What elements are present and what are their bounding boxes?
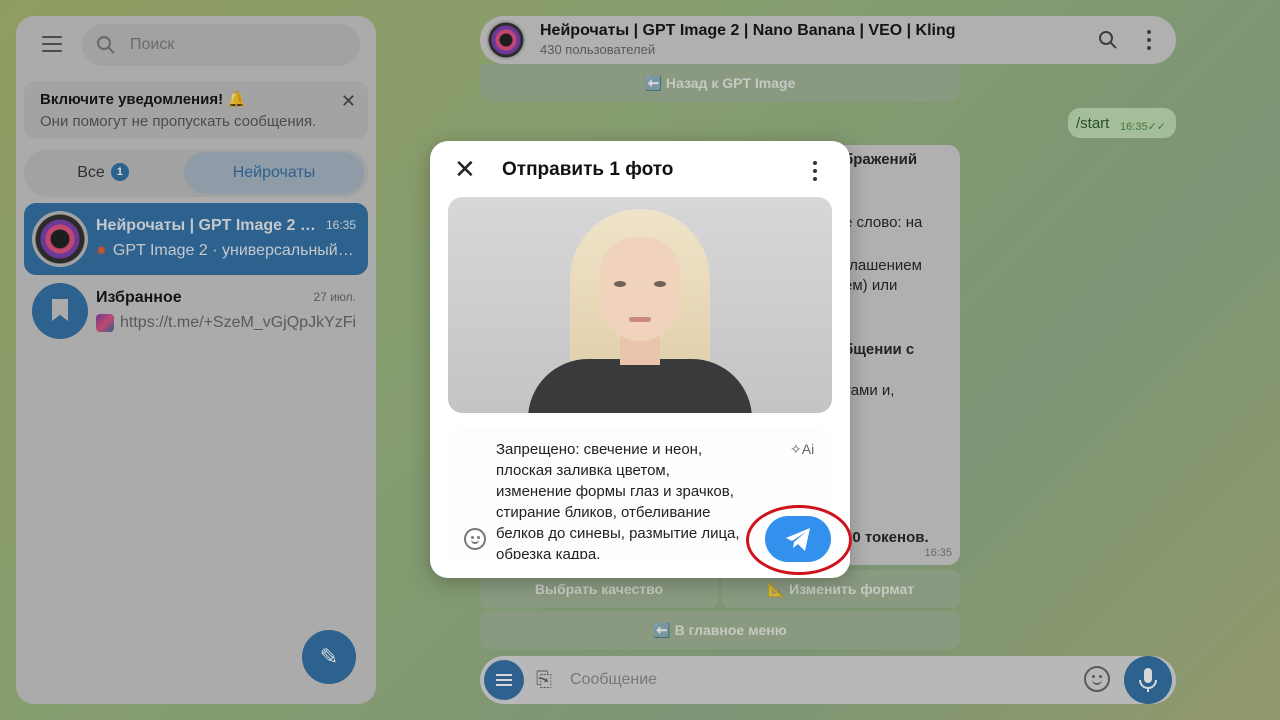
chat-list-sidebar: Поиск Включите уведомления! 🔔 Они помогу…	[16, 16, 376, 704]
chat-preview: https://t.me/+SzeM_vGjQpJkYzFi	[96, 314, 358, 332]
message-composer: ⎘ Сообщение	[480, 656, 1176, 704]
emoji-icon[interactable]	[1084, 666, 1110, 692]
message-time: 16:35	[924, 547, 952, 559]
sidebar-header: Поиск	[16, 16, 376, 72]
tab-neurochats[interactable]: Нейрочаты	[184, 152, 364, 194]
avatar	[486, 20, 526, 60]
close-icon[interactable]: ✕	[341, 91, 356, 112]
pencil-icon: ✎	[319, 644, 339, 669]
chat-time: 16:35	[325, 218, 356, 232]
bookmark-icon	[52, 299, 68, 321]
tab-all-label: Все	[77, 164, 105, 181]
close-icon[interactable]: ✕	[454, 156, 476, 182]
incoming-message: бражений е слово: на глашением ём) или б…	[840, 145, 960, 565]
message-fragment: тами и,	[844, 382, 895, 399]
notification-banner[interactable]: Включите уведомления! 🔔 Они помогут не п…	[24, 81, 368, 139]
microphone-button[interactable]	[1124, 656, 1172, 704]
chat-header[interactable]: Нейрочаты | GPT Image 2 | Nano Banana | …	[480, 16, 1176, 64]
attach-icon[interactable]: ⎘	[536, 669, 552, 692]
saved-messages-avatar	[32, 283, 88, 339]
message-time: 16:35✓✓	[1120, 121, 1166, 133]
search-input[interactable]: Поиск	[82, 24, 360, 66]
caption-text[interactable]: Запрещено: свечение и неон, плоская зали…	[496, 439, 778, 559]
chat-title: Избранное	[96, 289, 182, 306]
message-fragment: 00 токенов.	[844, 529, 929, 546]
ai-rewrite-icon[interactable]: ✧Ai	[790, 441, 814, 458]
more-vertical-icon[interactable]	[812, 161, 818, 181]
send-button[interactable]	[765, 516, 831, 562]
microphone-icon	[1139, 668, 1157, 692]
chat-title: Нейрочаты | GPT Image 2 | Nano Banana | …	[96, 217, 316, 234]
message-text: /start	[1076, 115, 1110, 132]
message-fragment: глашением	[844, 257, 922, 274]
chat-item-saved[interactable]: Избранное 27 июл. https://t.me/+SzeM_vGj…	[24, 275, 368, 347]
notification-subtitle: Они помогут не пропускать сообщения.	[40, 113, 317, 130]
dialog-title: Отправить 1 фото	[502, 159, 674, 180]
message-input[interactable]: Сообщение	[570, 671, 657, 689]
outgoing-message: /start 16:35✓✓	[1068, 108, 1176, 138]
chat-time: 27 июл.	[313, 290, 356, 304]
search-placeholder: Поиск	[130, 36, 175, 53]
new-message-button[interactable]: ✎	[302, 630, 356, 684]
chat-preview: ✸GPT Image 2 · универсальный генератор и…	[96, 242, 358, 259]
photo-preview	[448, 197, 832, 413]
unread-badge: 1	[110, 162, 129, 181]
bot-menu-button[interactable]	[484, 660, 524, 700]
message-fragment: е слово: на	[844, 214, 923, 231]
folder-tabs: Все 1 Нейрочаты	[24, 149, 368, 197]
chat-item-neurochats[interactable]: Нейрочаты | GPT Image 2 | Nano Banana | …	[24, 203, 368, 275]
search-icon[interactable]	[1098, 30, 1118, 50]
link-preview-icon	[96, 314, 114, 332]
tab-all[interactable]: Все 1	[24, 149, 182, 197]
message-fragment: ём) или	[844, 277, 898, 294]
paper-plane-icon	[786, 528, 810, 551]
avatar	[32, 211, 88, 267]
message-fragment: бщении с	[844, 341, 915, 358]
sparkle-icon: ✸	[96, 243, 107, 258]
more-vertical-icon[interactable]	[1146, 30, 1152, 50]
emoji-icon[interactable]	[464, 528, 486, 550]
message-fragment: бражений	[844, 151, 918, 168]
chat-header-title: Нейрочаты | GPT Image 2 | Nano Banana | …	[540, 22, 956, 39]
main-menu-button[interactable]: ⬅️ В главное меню	[480, 611, 960, 649]
notification-title: Включите уведомления! 🔔	[40, 91, 246, 108]
menu-icon[interactable]	[42, 36, 62, 52]
send-photo-dialog: ✕ Отправить 1 фото Запрещено: свечение и…	[430, 141, 850, 578]
back-to-gpt-image-button[interactable]: ⬅️ Назад к GPT Image	[480, 64, 960, 102]
chat-header-subtitle: 430 пользователей	[540, 42, 656, 57]
search-icon	[97, 36, 115, 54]
read-checks-icon: ✓✓	[1147, 121, 1166, 133]
